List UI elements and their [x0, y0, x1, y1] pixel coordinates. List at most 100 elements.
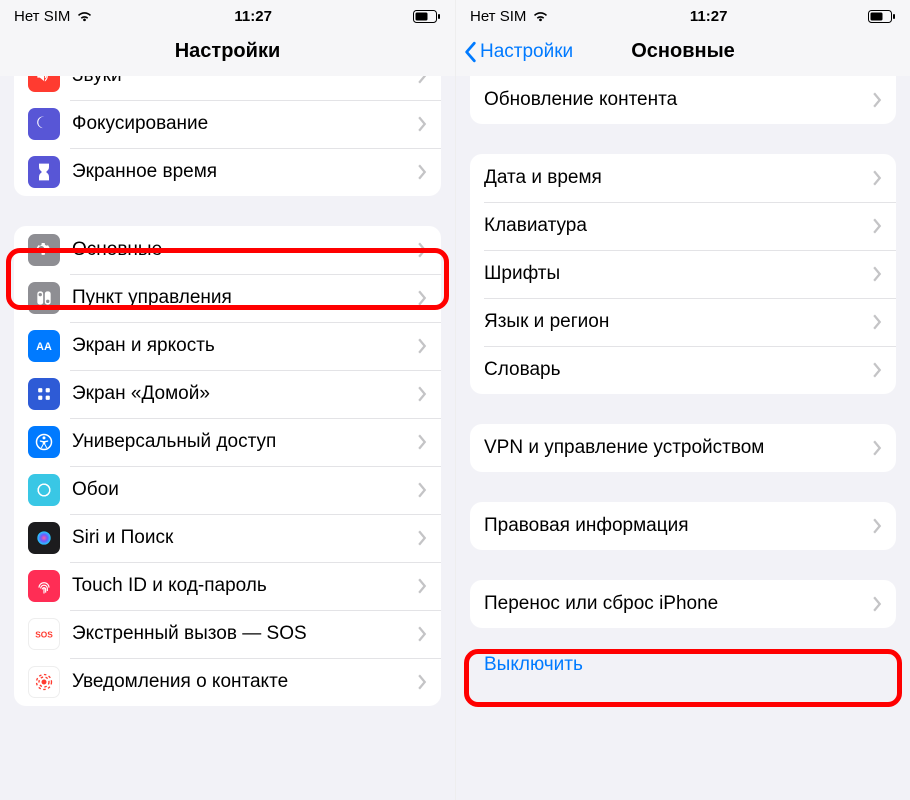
- row-vpn[interactable]: VPN и управление устройством: [470, 424, 896, 472]
- row-label: Звуки: [72, 76, 418, 87]
- row-sounds[interactable]: Звуки: [14, 76, 441, 100]
- row-legal[interactable]: Правовая информация: [470, 502, 896, 550]
- nav-bar: Настройки Основные: [456, 28, 910, 76]
- row-touchid[interactable]: Touch ID и код-пароль: [14, 562, 441, 610]
- chevron-icon: [418, 164, 427, 180]
- phone-settings: Нет SIM 11:27 Настройки Звуки Фокусирова…: [0, 0, 455, 800]
- wallpaper-icon: [28, 474, 60, 506]
- home-screen-icon: [28, 378, 60, 410]
- general-list[interactable]: Обновление контента Дата и время Клавиат…: [456, 76, 910, 800]
- sos-icon: SOS: [28, 618, 60, 650]
- nav-bar: Настройки: [0, 28, 455, 76]
- page-title: Настройки: [175, 40, 281, 63]
- battery-icon: [413, 10, 441, 23]
- siri-icon: [28, 522, 60, 554]
- row-label: Универсальный доступ: [72, 431, 418, 453]
- carrier-label: Нет SIM: [470, 8, 526, 25]
- chevron-icon: [418, 674, 427, 690]
- chevron-icon: [418, 116, 427, 132]
- row-fonts[interactable]: Шрифты: [470, 250, 896, 298]
- chevron-icon: [418, 290, 427, 306]
- chevron-icon: [418, 578, 427, 594]
- chevron-icon: [418, 482, 427, 498]
- wifi-icon: [532, 10, 549, 23]
- settings-list[interactable]: Звуки Фокусирование Экранное время Основ…: [0, 76, 455, 800]
- phone-general: Нет SIM 11:27 Настройки Основные Обновле…: [455, 0, 910, 800]
- row-label: Экран «Домой»: [72, 383, 418, 405]
- status-bar: Нет SIM 11:27: [456, 0, 910, 28]
- control-center-icon: [28, 282, 60, 314]
- touchid-icon: [28, 570, 60, 602]
- row-screentime[interactable]: Экранное время: [14, 148, 441, 196]
- chevron-icon: [418, 338, 427, 354]
- carrier-label: Нет SIM: [14, 8, 70, 25]
- screentime-icon: [28, 156, 60, 188]
- shutdown-label: Выключить: [484, 654, 583, 675]
- row-label: Основные: [72, 239, 418, 261]
- sounds-icon: [28, 76, 60, 92]
- row-label: Уведомления о контакте: [72, 671, 418, 693]
- row-label: Siri и Поиск: [72, 527, 418, 549]
- exposure-icon: [28, 666, 60, 698]
- svg-text:AA: AA: [36, 341, 52, 353]
- chevron-icon: [418, 434, 427, 450]
- status-bar: Нет SIM 11:27: [0, 0, 455, 28]
- back-label: Настройки: [480, 41, 573, 63]
- row-label: Экранное время: [72, 161, 418, 183]
- row-label: Клавиатура: [484, 215, 873, 237]
- row-keyboard[interactable]: Клавиатура: [470, 202, 896, 250]
- row-label: Правовая информация: [484, 515, 873, 537]
- row-dictionary[interactable]: Словарь: [470, 346, 896, 394]
- row-general[interactable]: Основные: [14, 226, 441, 274]
- row-siri[interactable]: Siri и Поиск: [14, 514, 441, 562]
- back-button[interactable]: Настройки: [464, 28, 573, 76]
- row-transfer-reset[interactable]: Перенос или сброс iPhone: [470, 580, 896, 628]
- row-sos[interactable]: SOS Экстренный вызов — SOS: [14, 610, 441, 658]
- chevron-icon: [873, 362, 882, 378]
- chevron-icon: [418, 530, 427, 546]
- row-exposure[interactable]: Уведомления о контакте: [14, 658, 441, 706]
- row-label: Touch ID и код-пароль: [72, 575, 418, 597]
- row-display[interactable]: AA Экран и яркость: [14, 322, 441, 370]
- chevron-icon: [873, 440, 882, 456]
- general-icon: [28, 234, 60, 266]
- chevron-icon: [418, 76, 427, 84]
- row-label: Обновление контента: [484, 89, 873, 111]
- wifi-icon: [76, 10, 93, 23]
- row-label: VPN и управление устройством: [484, 437, 873, 459]
- accessibility-icon: [28, 426, 60, 458]
- row-label: Экстренный вызов — SOS: [72, 623, 418, 645]
- row-label: Шрифты: [484, 263, 873, 285]
- chevron-icon: [418, 626, 427, 642]
- row-control-center[interactable]: Пункт управления: [14, 274, 441, 322]
- display-icon: AA: [28, 330, 60, 362]
- svg-text:SOS: SOS: [35, 629, 53, 639]
- row-label: Фокусирование: [72, 113, 418, 135]
- chevron-icon: [873, 92, 882, 108]
- row-background-refresh[interactable]: Обновление контента: [470, 76, 896, 124]
- status-time: 11:27: [234, 8, 272, 25]
- row-label: Обои: [72, 479, 418, 501]
- chevron-icon: [873, 218, 882, 234]
- chevron-icon: [873, 266, 882, 282]
- row-datetime[interactable]: Дата и время: [470, 154, 896, 202]
- row-focus[interactable]: Фокусирование: [14, 100, 441, 148]
- chevron-icon: [873, 596, 882, 612]
- row-label: Перенос или сброс iPhone: [484, 593, 873, 615]
- focus-icon: [28, 108, 60, 140]
- row-label: Дата и время: [484, 167, 873, 189]
- chevron-icon: [873, 170, 882, 186]
- row-label: Экран и яркость: [72, 335, 418, 357]
- row-language[interactable]: Язык и регион: [470, 298, 896, 346]
- status-time: 11:27: [690, 8, 728, 25]
- row-home-screen[interactable]: Экран «Домой»: [14, 370, 441, 418]
- row-wallpaper[interactable]: Обои: [14, 466, 441, 514]
- row-label: Словарь: [484, 359, 873, 381]
- chevron-icon: [873, 518, 882, 534]
- row-label: Язык и регион: [484, 311, 873, 333]
- chevron-icon: [418, 242, 427, 258]
- row-accessibility[interactable]: Универсальный доступ: [14, 418, 441, 466]
- row-label: Пункт управления: [72, 287, 418, 309]
- shutdown-link[interactable]: Выключить: [456, 644, 910, 696]
- page-title: Основные: [631, 40, 735, 63]
